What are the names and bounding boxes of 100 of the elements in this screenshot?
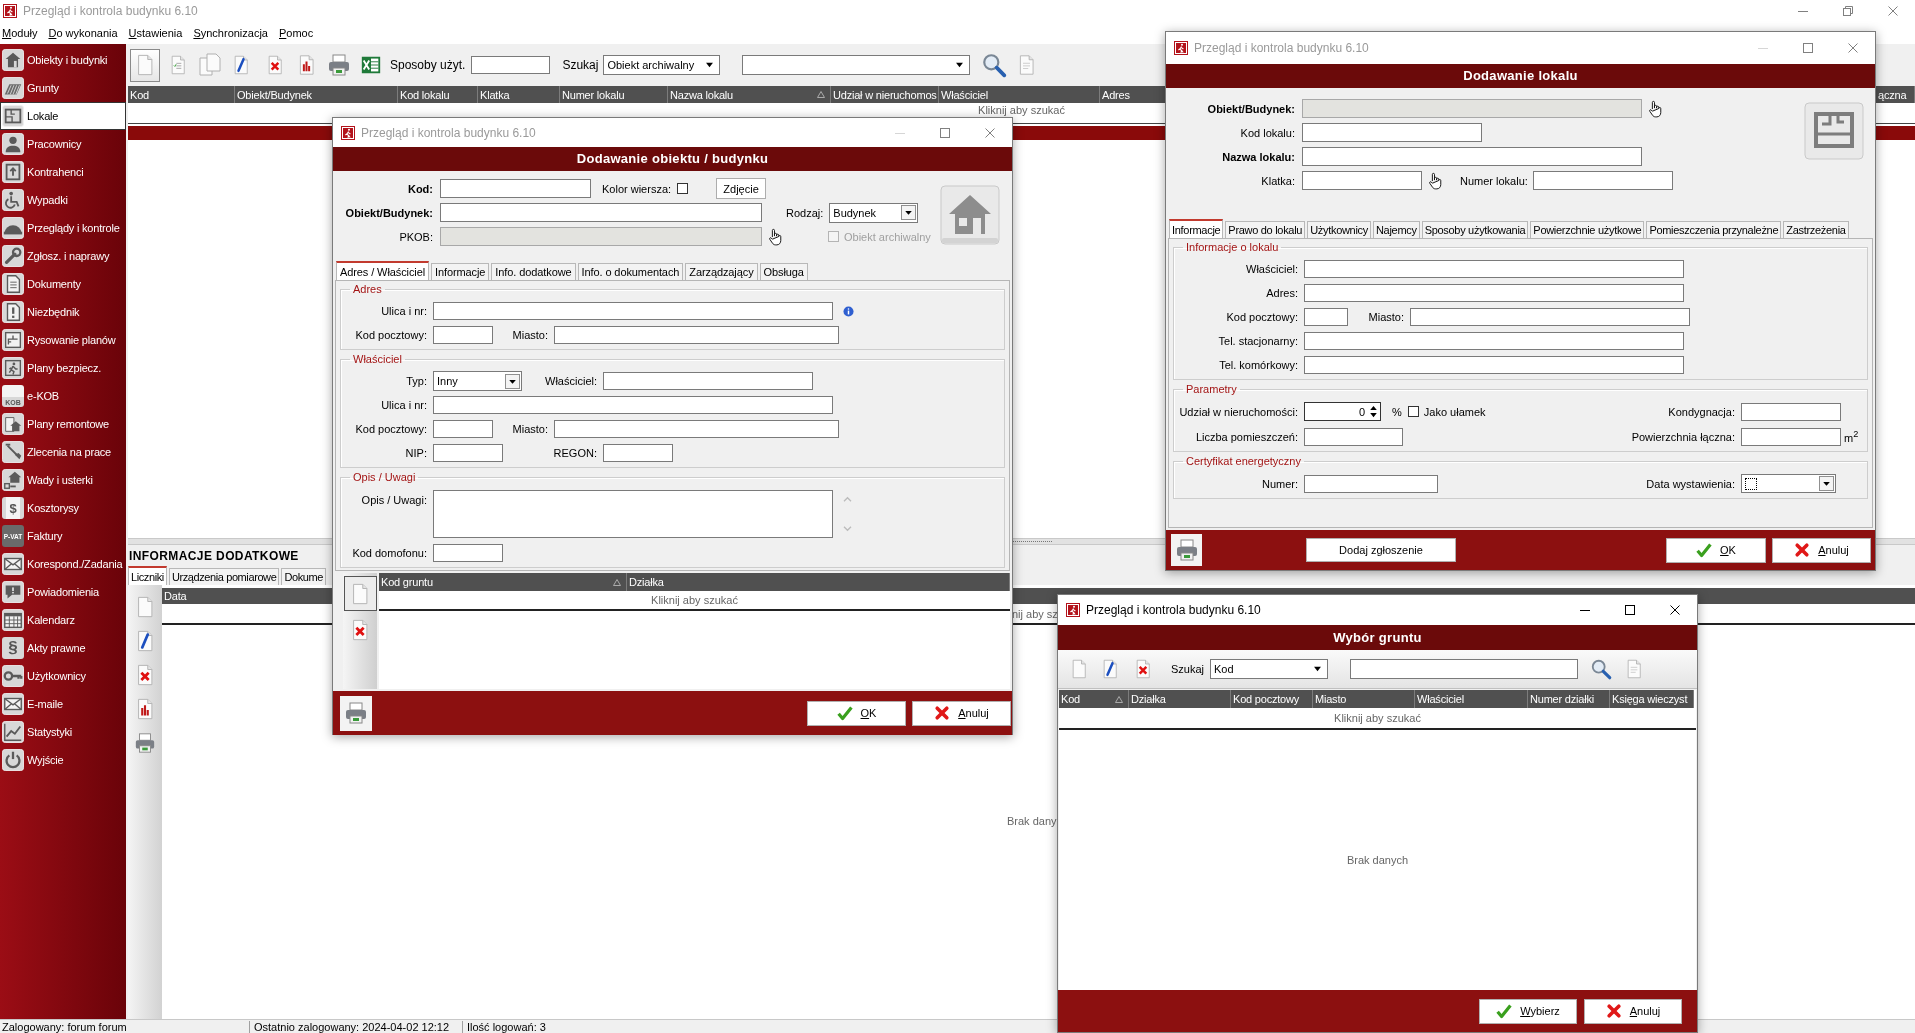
owner-field[interactable] [1304, 260, 1684, 278]
city-field[interactable] [554, 326, 839, 344]
tab[interactable]: Użytkownicy [1307, 221, 1371, 238]
sidebar-item[interactable]: $ Kosztorysy [0, 494, 126, 522]
column-header[interactable]: Obiekt/Budynek [235, 86, 398, 103]
printer-icon[interactable] [327, 53, 351, 77]
nip-field[interactable] [433, 444, 503, 462]
column-header[interactable]: Numer działki [1528, 690, 1610, 708]
postal-code-field[interactable] [1304, 308, 1348, 326]
sidebar-item[interactable]: Kalendarz [0, 606, 126, 634]
column-header[interactable]: Właściciel [939, 86, 1100, 103]
sidebar-item[interactable]: Grunty [0, 74, 126, 102]
close-icon[interactable] [1669, 605, 1680, 615]
certificate-number-field[interactable] [1304, 474, 1438, 493]
tab[interactable]: Powierzchnie użytkowe [1530, 221, 1645, 238]
kind-dropdown[interactable]: Budynek [829, 202, 919, 223]
menu-item[interactable]: Do wykonania [48, 27, 118, 39]
date-picker[interactable] [1741, 474, 1836, 493]
sidebar-item[interactable]: Korespond./Zadania [0, 550, 126, 578]
checkbox[interactable] [677, 183, 689, 194]
maximize-icon[interactable] [1624, 605, 1635, 615]
postal-code-field[interactable] [433, 326, 493, 344]
menu-item[interactable]: Synchronizacja [193, 27, 268, 39]
menu-item[interactable]: Pomoc [279, 27, 314, 39]
column-header[interactable]: Działka [627, 573, 1010, 591]
sidebar-item[interactable]: Pracownicy [0, 130, 126, 158]
column-header[interactable]: Księga wieczyst [1610, 690, 1694, 708]
rooms-field[interactable] [1304, 427, 1403, 446]
search-hint[interactable]: nij aby sz [1012, 607, 1058, 620]
sidebar-item[interactable]: Użytkownicy [0, 662, 126, 690]
pointing-hand-icon[interactable] [1428, 171, 1442, 190]
tab[interactable]: Sposoby użytkowania [1421, 221, 1529, 238]
tab[interactable]: Pomieszczenia przynależne [1646, 221, 1782, 238]
ok-button[interactable]: OK [807, 700, 906, 726]
tab[interactable]: Info. dodatkowe [491, 263, 576, 280]
search-icon[interactable] [981, 52, 1008, 78]
unit-number-field[interactable] [1532, 171, 1673, 190]
cancel-button[interactable]: Anuluj [1772, 537, 1871, 563]
sidebar-item[interactable]: Obiekty i budynki [0, 46, 126, 74]
column-header[interactable]: Numer lokalu [560, 86, 668, 103]
tab[interactable]: Dokume [281, 568, 326, 585]
checkbox[interactable] [1745, 477, 1757, 490]
tab[interactable]: Liczniki [128, 566, 167, 585]
tab[interactable]: Info. o dokumentach [577, 263, 684, 280]
sidebar-item[interactable]: Przeglądy i kontrole [0, 214, 126, 242]
landline-field[interactable] [1304, 332, 1684, 350]
spin-arrows-icon[interactable] [1369, 404, 1378, 419]
menu-item[interactable]: Moduły [2, 27, 38, 39]
mobile-field[interactable] [1304, 356, 1684, 374]
address-field[interactable] [1304, 284, 1684, 302]
sidebar-item[interactable]: Wypadki [0, 186, 126, 214]
restore-icon[interactable] [1842, 6, 1853, 16]
building-field[interactable] [440, 203, 762, 222]
info-icon[interactable] [843, 305, 854, 317]
checkbox[interactable] [1407, 406, 1419, 417]
search-field[interactable] [1350, 659, 1579, 679]
staircase-field[interactable] [1302, 171, 1422, 190]
tab[interactable]: Informacje [1169, 219, 1224, 238]
owner-field[interactable] [603, 372, 813, 390]
column-header[interactable]: Kod pocztowy [1231, 690, 1313, 708]
notes-field[interactable] [433, 490, 833, 538]
menu-item[interactable]: Ustawienia [128, 27, 183, 39]
column-header[interactable]: Klatka [478, 86, 560, 103]
photo-button[interactable]: Zdjęcie [716, 178, 767, 199]
sidebar-item[interactable]: Statystyki [0, 718, 126, 746]
column-header[interactable]: Kod [1059, 690, 1129, 708]
column-header[interactable]: ączna [1876, 86, 1915, 103]
code-field[interactable] [440, 179, 591, 198]
sidebar-item[interactable]: Plany remontowe [0, 410, 126, 438]
sidebar-item[interactable]: Lokale [0, 102, 126, 130]
new-button[interactable] [130, 48, 160, 82]
search-hint[interactable]: Kliknij aby szukać [1334, 712, 1421, 724]
column-header[interactable]: Kod gruntu [379, 573, 627, 591]
sidebar-item[interactable]: Wyjście [0, 746, 126, 774]
sidebar-item[interactable]: Plany bezpiecz. [0, 354, 126, 382]
search-hint[interactable]: Kliknij aby szukać [651, 594, 738, 606]
print-button[interactable] [1171, 534, 1202, 566]
printer-icon[interactable] [134, 731, 156, 755]
sidebar-item[interactable]: E-maile [0, 690, 126, 718]
search-icon[interactable] [1590, 657, 1613, 681]
sidebar-item[interactable]: Zgłosz. i naprawy [0, 242, 126, 270]
unit-code-field[interactable] [1302, 123, 1482, 142]
column-header[interactable]: Kod [128, 86, 235, 103]
sidebar-item[interactable]: § Akty prawne [0, 634, 126, 662]
street-field[interactable] [433, 396, 833, 414]
tab[interactable]: Adres / Właściciel [336, 261, 429, 280]
cancel-button[interactable]: Anuluj [912, 700, 1011, 726]
add-report-button[interactable]: Dodaj zgłoszenie [1306, 538, 1456, 562]
sidebar-item[interactable]: Kontrahenci [0, 158, 126, 186]
tab[interactable]: Urządzenia pomiarowe [168, 568, 280, 585]
usage-field[interactable] [471, 56, 551, 74]
sidebar-item[interactable]: Powiadomienia [0, 578, 126, 606]
intercom-field[interactable] [433, 544, 503, 562]
type-dropdown[interactable]: Inny [433, 371, 522, 391]
column-header[interactable]: Właściciel [1415, 690, 1528, 708]
unit-name-field[interactable] [1302, 147, 1642, 166]
sidebar-item[interactable]: Wady i usterki [0, 466, 126, 494]
sidebar-item[interactable]: Dokumenty [0, 270, 126, 298]
floor-field[interactable] [1741, 402, 1841, 421]
share-spinner[interactable]: 0 [1304, 402, 1381, 421]
